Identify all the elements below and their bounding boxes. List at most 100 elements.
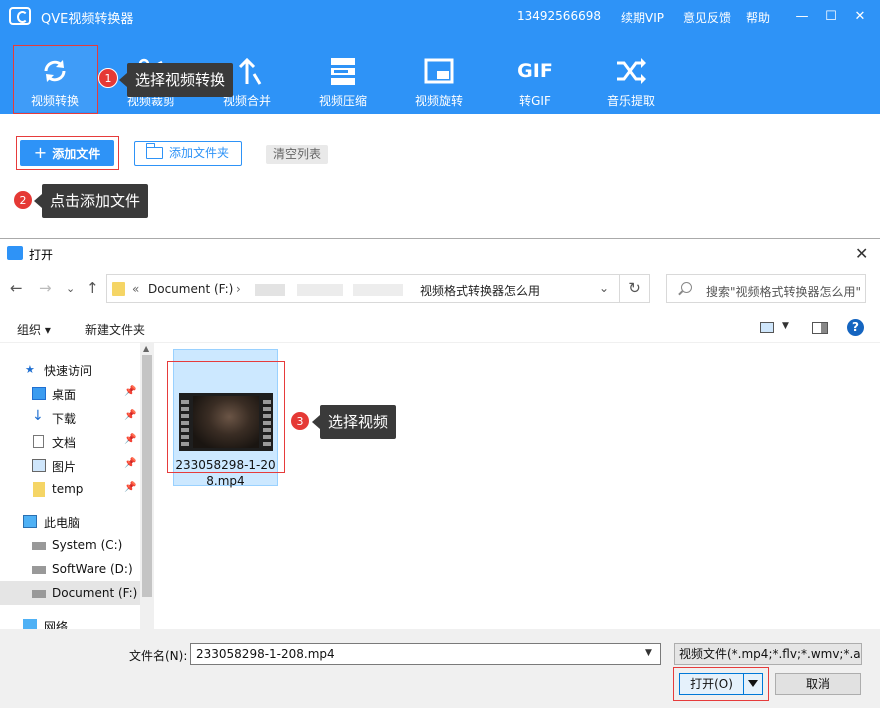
dialog-close-icon[interactable]: ✕ — [855, 244, 868, 263]
nav-item-temp[interactable]: temp 📌 — [0, 477, 140, 501]
pictures-icon — [32, 459, 46, 472]
redacted-path — [297, 284, 343, 296]
filename-input[interactable]: 233058298-1-208.mp4 — [190, 643, 661, 665]
back-arrow-icon[interactable]: ← — [10, 279, 23, 297]
tool-music-extract[interactable]: 音乐提取 — [589, 46, 673, 112]
tool-label: 视频旋转 — [414, 94, 463, 108]
file-type-select[interactable]: 视频文件(*.mp4;*.flv;*.wmv;*.a — [674, 643, 862, 665]
nav-item-drive-d[interactable]: SoftWare (D:) — [0, 557, 140, 581]
network-icon — [23, 619, 37, 629]
app-body — [0, 114, 880, 238]
pin-icon: 📌 — [124, 410, 137, 421]
view-dropdown-icon[interactable]: ▼ — [782, 321, 789, 331]
drive-icon — [32, 542, 46, 550]
nav-pane-scrollbar[interactable]: ▲ — [140, 343, 154, 629]
nav-item-drive-f[interactable]: Document (F:) — [0, 581, 140, 605]
drive-icon — [32, 566, 46, 574]
nav-label: 图片 — [52, 460, 77, 474]
nav-label: Document (F:) — [52, 586, 138, 600]
nav-label: 此电脑 — [44, 516, 81, 530]
nav-label: 快速访问 — [44, 364, 93, 378]
dialog-app-icon — [7, 246, 23, 260]
highlight-box — [13, 45, 98, 114]
rotate-icon — [424, 58, 454, 84]
open-file-dialog: 打开 ✕ ← → ⌄ ↑ « Document (F:) › 视频格式转换器怎么… — [0, 238, 880, 708]
step-badge-3: 3 — [290, 411, 310, 431]
tool-label: 视频压缩 — [318, 94, 367, 108]
close-icon[interactable]: ✕ — [851, 8, 869, 26]
callout-1: 选择视频转换 — [118, 63, 234, 97]
folder-icon — [33, 482, 45, 497]
address-separator[interactable]: › — [236, 282, 241, 296]
nav-item-desktop[interactable]: 桌面 📌 — [0, 381, 140, 405]
dialog-title: 打开 — [29, 248, 54, 262]
cancel-button[interactable]: 取消 — [775, 673, 861, 695]
address-drive[interactable]: Document (F:) — [148, 282, 233, 296]
nav-label: SoftWare (D:) — [52, 562, 133, 576]
nav-item-pictures[interactable]: 图片 📌 — [0, 453, 140, 477]
address-bar[interactable]: « Document (F:) › 视频格式转换器怎么用 ⌄ — [106, 274, 620, 303]
add-folder-button[interactable]: 添加文件夹 — [134, 141, 242, 166]
computer-icon — [23, 515, 37, 528]
scroll-up-icon[interactable]: ▲ — [143, 344, 149, 353]
compress-icon — [331, 58, 355, 85]
download-icon: ↓ — [32, 408, 44, 424]
folder-icon — [145, 143, 163, 159]
dialog-footer: 文件名(N): 233058298-1-208.mp4 ▼ 视频文件(*.mp4… — [0, 629, 880, 708]
filename-dropdown-icon[interactable]: ▼ — [645, 648, 652, 658]
nav-item-drive-c[interactable]: System (C:) — [0, 533, 140, 557]
help-link[interactable]: 帮助 — [746, 9, 770, 26]
refresh-button[interactable]: ↻ — [620, 274, 650, 303]
nav-item-downloads[interactable]: ↓ 下载 📌 — [0, 405, 140, 429]
tool-video-compress[interactable]: 视频压缩 — [301, 46, 385, 112]
highlight-box — [167, 361, 285, 473]
nav-label: System (C:) — [52, 538, 123, 552]
preview-pane-icon[interactable] — [812, 322, 828, 334]
pin-icon: 📌 — [124, 482, 137, 493]
shuffle-icon — [617, 58, 646, 84]
scroll-thumb[interactable] — [142, 355, 152, 597]
forward-arrow-icon[interactable]: → — [39, 279, 52, 297]
minimize-icon[interactable]: — — [793, 8, 811, 26]
step-badge-1: 1 — [98, 68, 118, 88]
address-overflow[interactable]: « — [132, 282, 139, 296]
star-icon: ★ — [25, 363, 35, 376]
nav-item-quick-access[interactable]: ★ 快速访问 — [0, 357, 140, 381]
search-placeholder: 搜索"视频格式转换器怎么用" — [706, 285, 862, 299]
app-title: QVE视频转换器 — [41, 12, 134, 27]
drive-icon — [32, 590, 46, 598]
document-icon — [33, 435, 44, 448]
nav-item-network[interactable]: 网络 — [0, 613, 140, 629]
folder-icon — [112, 282, 125, 296]
pin-icon: 📌 — [124, 386, 137, 397]
nav-item-this-pc[interactable]: 此电脑 — [0, 509, 140, 533]
file-list: 233058298-1-208.mp4 — [156, 343, 880, 629]
address-folder[interactable]: 视频格式转换器怎么用 — [420, 282, 540, 299]
tool-to-gif[interactable]: GIF 转GIF — [493, 46, 577, 112]
app-titlebar: QVE视频转换器 13492566698 续期VIP 意见反馈 帮助 — ☐ ✕ — [0, 0, 880, 34]
tool-video-rotate[interactable]: 视频旋转 — [397, 46, 481, 112]
view-mode-icon[interactable] — [760, 322, 774, 333]
feedback-link[interactable]: 意见反馈 — [683, 9, 731, 26]
new-folder-button[interactable]: 新建文件夹 — [85, 321, 145, 338]
pin-icon: 📌 — [124, 434, 137, 445]
filename-label: 文件名(N): — [129, 649, 188, 663]
recent-locations-icon[interactable]: ⌄ — [66, 282, 75, 295]
app-logo-icon — [9, 7, 31, 25]
clear-list-button[interactable]: 清空列表 — [266, 145, 328, 164]
pin-icon: 📌 — [124, 458, 137, 469]
search-input[interactable]: 搜索"视频格式转换器怎么用" — [666, 274, 866, 303]
address-dropdown-icon[interactable]: ⌄ — [599, 281, 609, 295]
organize-menu[interactable]: 组织 ▾ — [17, 321, 51, 338]
nav-label: temp — [52, 482, 84, 496]
highlight-box — [673, 667, 769, 701]
nav-item-documents[interactable]: 文档 📌 — [0, 429, 140, 453]
redacted-path — [353, 284, 403, 296]
account-phone[interactable]: 13492566698 — [517, 9, 601, 23]
navigation-pane: ★ 快速访问 桌面 📌 ↓ 下载 📌 文档 📌 图片 📌 temp 📌 此电脑 … — [0, 343, 140, 629]
renew-vip-link[interactable]: 续期VIP — [621, 9, 664, 26]
nav-label: 桌面 — [52, 388, 77, 402]
up-arrow-icon[interactable]: ↑ — [86, 279, 99, 297]
help-icon[interactable]: ? — [847, 319, 864, 336]
maximize-icon[interactable]: ☐ — [822, 8, 840, 26]
